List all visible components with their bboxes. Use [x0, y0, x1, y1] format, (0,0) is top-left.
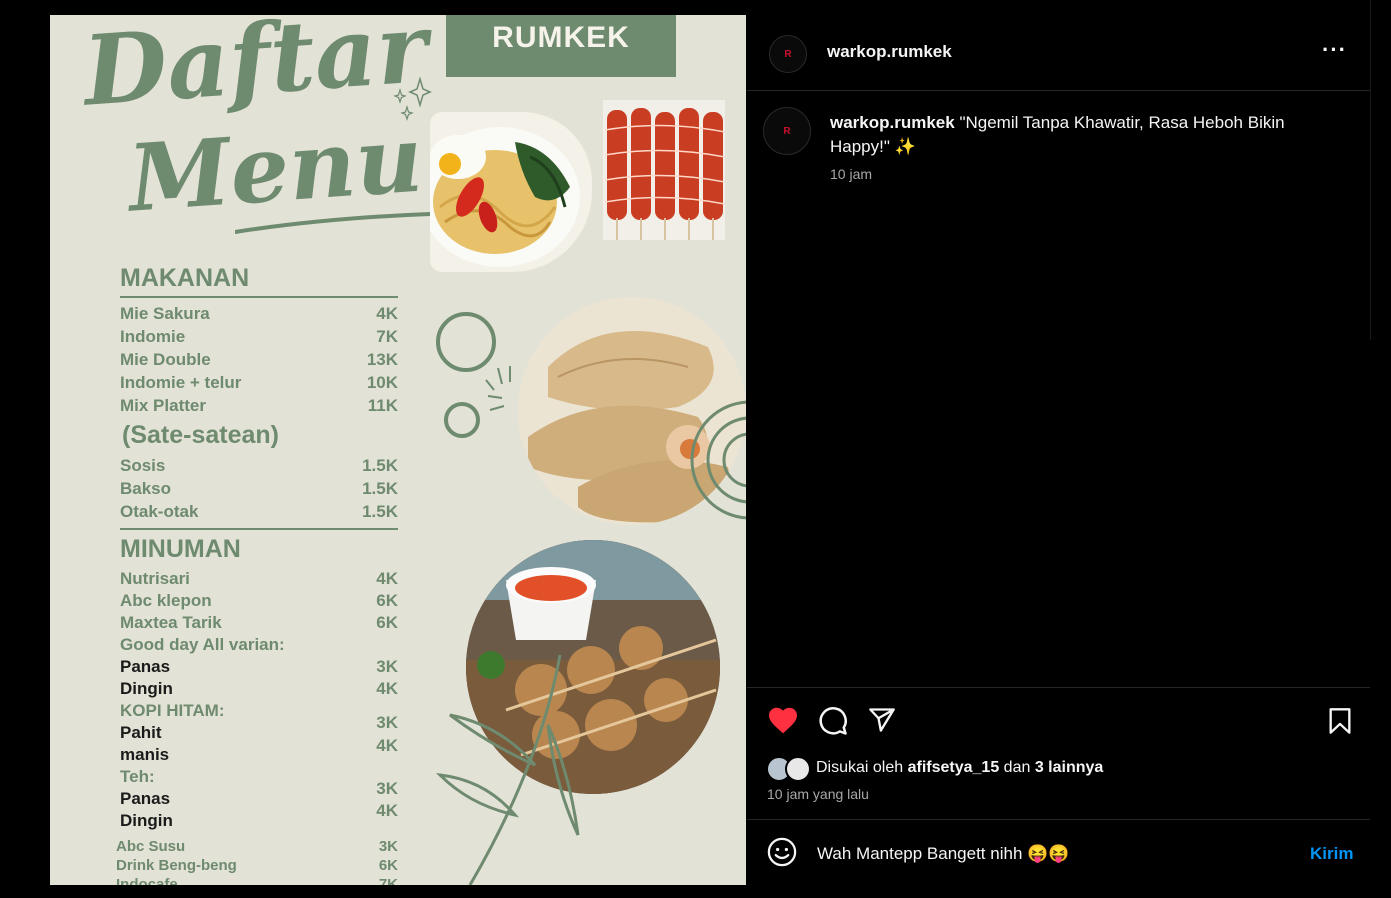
menu-item: Indomie 7K	[120, 327, 398, 346]
sausage-skewers-photo	[603, 100, 725, 240]
brand-logo-icon: R	[784, 48, 792, 60]
likes-mid: dan	[999, 759, 1035, 776]
section-makanan-heading: MAKANAN	[120, 264, 250, 292]
menu-item: Teh: 3K	[120, 767, 398, 798]
sparkle-icon	[393, 76, 432, 121]
liker-avatar[interactable]	[785, 756, 811, 782]
title-swash-decoration	[235, 212, 432, 234]
divider	[747, 90, 1370, 91]
menu-item: Mie Sakura 4K	[120, 304, 398, 323]
leaf-decoration	[435, 655, 580, 885]
comment-icon[interactable]	[818, 706, 848, 736]
brand-box: RUMKEK	[446, 15, 676, 77]
post-timestamp: 10 jam yang lalu	[767, 786, 869, 802]
likes-prefix: Disukai oleh	[816, 759, 908, 776]
divider	[120, 296, 398, 298]
likes-summary: Disukai oleh afifsetya_15 dan 3 lainnya	[816, 759, 1103, 777]
scroll-region	[1370, 0, 1391, 340]
post-caption: warkop.rumkek "Ngemil Tanpa Khawatir, Ra…	[830, 111, 1330, 159]
likes-others-link[interactable]: 3 lainnya	[1035, 759, 1103, 776]
menu-item: Nutrisari 4K	[120, 569, 398, 588]
divider	[747, 687, 1370, 688]
section-sate-heading: (Sate-satean)	[122, 421, 279, 449]
menu-poster-image: Daftar Menu RUMKEK MAKANAN Mie Sakura 4K…	[50, 15, 746, 885]
emoji-icon[interactable]	[767, 837, 797, 867]
share-send-icon[interactable]	[867, 706, 897, 734]
menu-item: KOPI HITAM: 3K	[120, 701, 398, 732]
menu-item: Good day All varian:	[120, 635, 285, 654]
menu-item: Indomie + telur 10K	[120, 373, 398, 392]
menu-item: Otak-otak 1.5K	[120, 502, 398, 521]
menu-item: Dingin	[120, 811, 173, 830]
author-avatar[interactable]: R	[769, 35, 807, 73]
liker-username[interactable]: afifsetya_15	[908, 759, 1000, 776]
like-heart-icon[interactable]	[767, 705, 799, 735]
menu-item: Mix Platter 11K	[120, 396, 398, 415]
caption-timestamp: 10 jam	[830, 166, 873, 182]
menu-item: Mie Double 13K	[120, 350, 398, 369]
menu-item: Panas 4K	[120, 789, 398, 820]
comment-input[interactable]: Wah Mantepp Bangett nihh 😝😝	[817, 844, 1069, 864]
caption-avatar[interactable]: R	[763, 107, 811, 155]
menu-item: Panas 3K	[120, 657, 398, 676]
noodle-bowl-photo	[430, 112, 592, 272]
menu-item: manis	[120, 745, 170, 764]
menu-item: Bakso 1.5K	[120, 479, 398, 498]
divider	[120, 528, 398, 530]
bookmark-icon[interactable]	[1327, 707, 1353, 735]
menu-item: Dingin 4K	[120, 679, 398, 698]
menu-item: Indocafe 7K	[116, 876, 398, 885]
menu-item: Pahit 4K	[120, 723, 398, 755]
caption-username[interactable]: warkop.rumkek	[830, 113, 955, 132]
more-options-icon[interactable]: ···	[1322, 37, 1347, 63]
circle-doodles-decoration	[436, 312, 511, 438]
send-comment-button[interactable]: Kirim	[1310, 844, 1353, 864]
brand-logo-icon: R	[783, 125, 791, 137]
post-panel: R warkop.rumkek ··· R warkop.rumkek "Nge…	[747, 15, 1370, 885]
menu-item: Maxtea Tarik 6K	[120, 613, 398, 632]
divider	[747, 819, 1370, 820]
author-username[interactable]: warkop.rumkek	[827, 42, 952, 62]
spiral-decoration	[690, 400, 746, 520]
section-minuman-heading: MINUMAN	[120, 535, 241, 563]
menu-item: Sosis 1.5K	[120, 456, 398, 475]
menu-item: Abc klepon 6K	[120, 591, 398, 610]
